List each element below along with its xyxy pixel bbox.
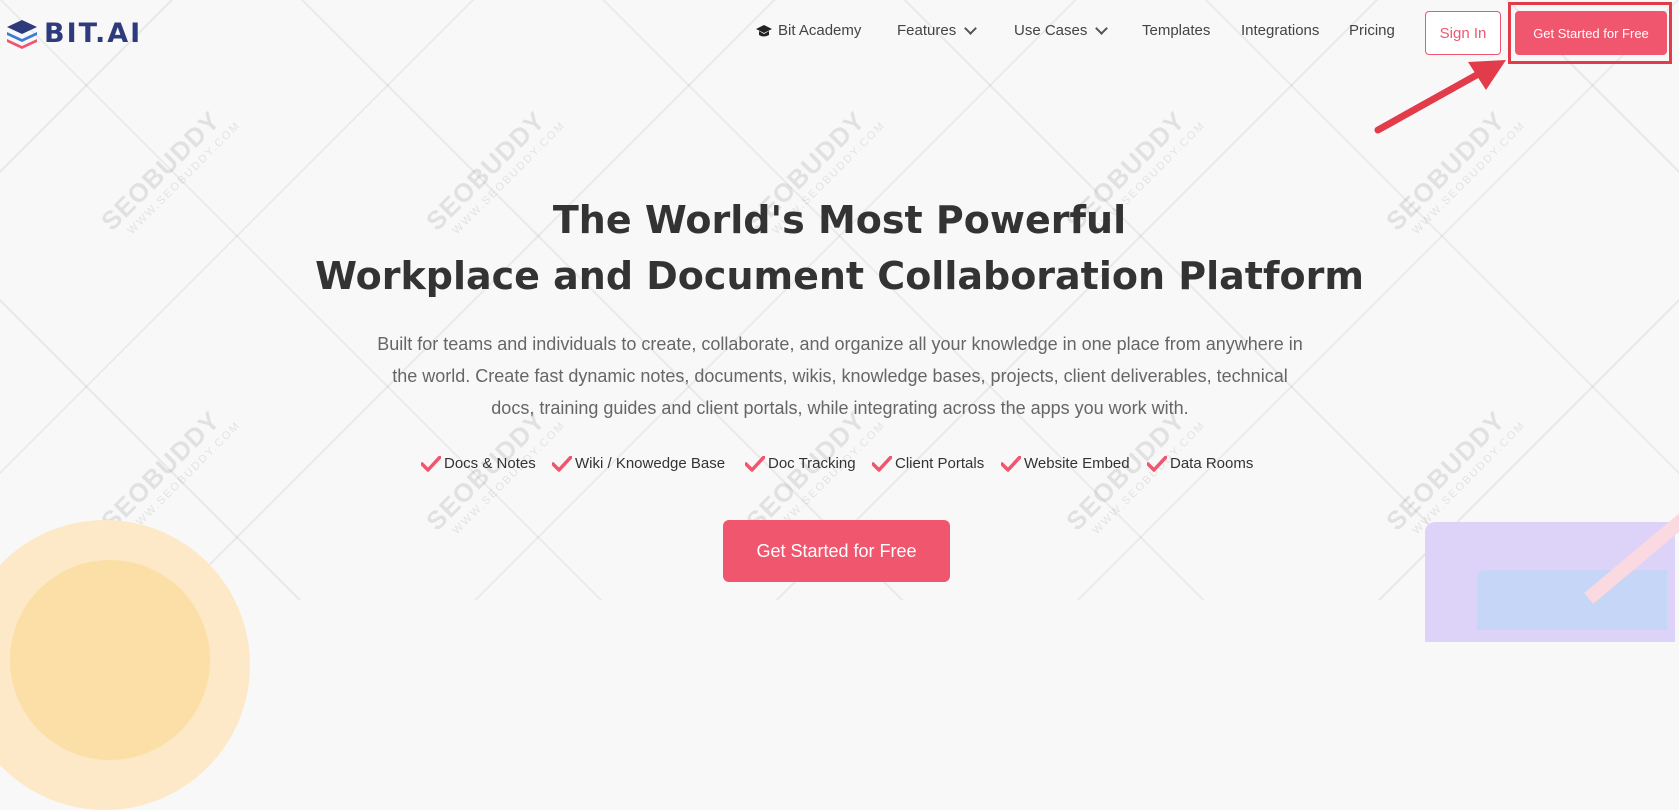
- feature-item: Website Embed: [1001, 455, 1130, 472]
- nav-item-use-cases[interactable]: Use Cases: [1014, 22, 1109, 39]
- feature-list: Docs & Notes Wiki / Knowedge Base Doc Tr…: [0, 455, 1679, 479]
- nav-label: Integrations: [1241, 22, 1320, 39]
- feature-label: Data Rooms: [1170, 455, 1254, 472]
- hero-title-line-1: The World's Most Powerful: [552, 198, 1127, 242]
- feature-item: Data Rooms: [1147, 455, 1253, 472]
- checkmark-icon: [1147, 455, 1167, 472]
- hero-get-started-button[interactable]: Get Started for Free: [723, 520, 950, 582]
- feature-label: Doc Tracking: [768, 455, 856, 472]
- chevron-down-icon: [964, 22, 978, 35]
- feature-item: Docs & Notes: [421, 455, 536, 472]
- decorative-circle-inner: [10, 560, 210, 760]
- checkmark-icon: [552, 455, 572, 472]
- nav-item-integrations[interactable]: Integrations: [1241, 22, 1319, 39]
- feature-label: Docs & Notes: [444, 455, 536, 472]
- nav-label: Use Cases: [1014, 22, 1088, 39]
- nav-label: Features: [897, 22, 957, 39]
- hero-title-line-2: Workplace and Document Collaboration Pla…: [315, 254, 1364, 298]
- watermark-grid: [0, 0, 1679, 600]
- decorative-square-inner: [1477, 570, 1667, 630]
- nav-item-bit-academy[interactable]: Bit Academy: [756, 22, 861, 39]
- checkmark-icon: [1001, 455, 1021, 472]
- checkmark-icon: [745, 455, 765, 472]
- header-get-started-button[interactable]: Get Started for Free: [1515, 11, 1667, 55]
- nav-item-pricing[interactable]: Pricing: [1349, 22, 1395, 39]
- site-header: BIT.AI Bit Academy Features Use Cases Te…: [0, 0, 1679, 68]
- checkmark-icon: [872, 455, 892, 472]
- nav-item-templates[interactable]: Templates: [1142, 22, 1210, 39]
- chevron-down-icon: [1095, 22, 1109, 35]
- feature-item: Doc Tracking: [745, 455, 856, 472]
- nav-label: Templates: [1142, 22, 1211, 39]
- nav-item-features[interactable]: Features: [897, 22, 978, 39]
- hero-description: Built for teams and individuals to creat…: [377, 334, 1303, 418]
- graduation-cap-icon: [756, 24, 772, 37]
- feature-label: Website Embed: [1024, 455, 1130, 472]
- nav-label: Bit Academy: [778, 22, 862, 39]
- feature-item: Client Portals: [872, 455, 984, 472]
- feature-item: Wiki / Knowedge Base: [552, 455, 725, 472]
- feature-label: Wiki / Knowedge Base: [575, 455, 726, 472]
- sign-in-button[interactable]: Sign In: [1425, 11, 1501, 55]
- checkmark-icon: [421, 455, 441, 472]
- pointer-arrow-icon: [1374, 60, 1506, 134]
- feature-label: Client Portals: [895, 455, 985, 472]
- nav-label: Pricing: [1349, 22, 1395, 39]
